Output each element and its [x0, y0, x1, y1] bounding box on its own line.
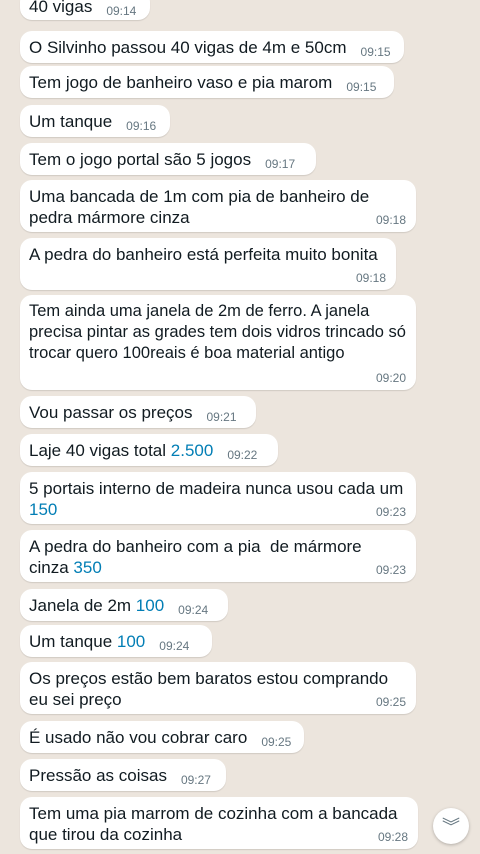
message-time: 09:18	[355, 271, 386, 285]
message-time: 09:22	[227, 448, 258, 462]
message-bubble[interactable]: 5 portais interno de madeira nunca usou …	[20, 472, 416, 524]
price-value[interactable]: 100	[117, 632, 145, 651]
message-bubble[interactable]: Tem uma pia marrom de cozinha com a banc…	[20, 797, 418, 849]
message-text: Laje 40 vigas total	[29, 441, 171, 460]
message-time: 09:14	[106, 4, 137, 18]
message-time: 09:28	[377, 830, 408, 844]
message-bubble[interactable]: Laje 40 vigas total 2.500 09:22	[20, 434, 278, 466]
message-text: Janela de 2m	[29, 596, 136, 615]
message-time: 09:16	[126, 119, 157, 133]
message-bubble[interactable]: Tem ainda uma janela de 2m de ferro. A j…	[20, 295, 416, 390]
message-text: Um tanque	[29, 112, 113, 131]
message-bubble[interactable]: Janela de 2m 100 09:24	[20, 589, 228, 621]
message-bubble[interactable]: Os preços estão bem baratos estou compra…	[20, 662, 416, 714]
message-bubble[interactable]: A pedra do banheiro está perfeita muito …	[20, 238, 396, 290]
message-time: 09:21	[206, 410, 237, 424]
message-time: 09:15	[360, 45, 391, 59]
message-text: É usado não vou cobrar caro	[29, 728, 248, 747]
message-bubble[interactable]: É usado não vou cobrar caro 09:25	[20, 721, 304, 753]
price-value[interactable]: 2.500	[171, 441, 214, 460]
message-text: 5 portais interno de madeira nunca usou …	[29, 478, 409, 520]
message-text: Tem jogo de banheiro vaso e pia marom	[29, 73, 333, 92]
message-bubble[interactable]: Um tanque 09:16	[20, 105, 170, 137]
message-bubble[interactable]: O Silvinho passou 40 vigas de 4m e 50cm 0…	[20, 31, 404, 63]
chat-area: 40 vigas 09:14 O Silvinho passou 40 vigas…	[0, 0, 480, 854]
message-time: 09:24	[178, 603, 209, 617]
message-text-part: 5 portais interno de madeira nunca usou …	[29, 479, 408, 498]
message-time: 09:15	[346, 80, 377, 94]
message-time: 09:27	[180, 773, 211, 787]
message-time: 09:23	[375, 563, 406, 577]
price-value[interactable]: 100	[136, 596, 164, 615]
message-text: O Silvinho passou 40 vigas de 4m e 50cm	[29, 38, 347, 57]
message-text: Tem uma pia marrom de cozinha com a banc…	[29, 804, 403, 844]
message-bubble[interactable]: A pedra do banheiro com a pia de mármore…	[20, 530, 416, 582]
message-text: Um tanque	[29, 632, 117, 651]
message-text: 40 vigas	[29, 0, 93, 16]
price-value[interactable]: 350	[73, 558, 101, 577]
message-time: 09:25	[375, 695, 406, 709]
message-time: 09:24	[159, 639, 190, 653]
message-bubble[interactable]: Tem o jogo portal são 5 jogos 09:17	[20, 143, 316, 175]
message-text: Tem o jogo portal são 5 jogos	[29, 150, 252, 169]
message-text: A pedra do banheiro com a pia de mármore…	[29, 536, 369, 578]
message-text: Uma bancada de 1m com pia de banheiro de…	[29, 187, 374, 227]
message-text: Tem ainda uma janela de 2m de ferro. A j…	[29, 302, 411, 362]
message-bubble[interactable]: Vou passar os preços 09:21	[20, 396, 256, 428]
message-time: 09:17	[265, 157, 296, 171]
message-text: Os preços estão bem baratos estou compra…	[29, 669, 393, 709]
message-bubble[interactable]: Uma bancada de 1m com pia de banheiro de…	[20, 180, 416, 232]
message-bubble[interactable]: Pressão as coisas 09:27	[20, 759, 226, 791]
message-time: 09:18	[375, 213, 406, 227]
message-bubble[interactable]: 40 vigas 09:14	[20, 0, 150, 20]
scroll-to-bottom-button[interactable]: ︾	[433, 808, 469, 844]
message-text: Vou passar os preços	[29, 403, 193, 422]
message-time: 09:25	[261, 735, 292, 749]
message-bubble[interactable]: Um tanque 100 09:24	[20, 625, 212, 657]
message-bubble[interactable]: Tem jogo de banheiro vaso e pia marom 09:…	[20, 66, 394, 98]
message-time: 09:23	[375, 505, 406, 519]
double-chevron-down-icon: ︾	[442, 817, 460, 837]
price-value[interactable]: 150	[29, 500, 57, 519]
message-text: Pressão as coisas	[29, 766, 167, 785]
message-text: A pedra do banheiro está perfeita muito …	[29, 245, 378, 264]
message-time: 09:20	[375, 371, 406, 385]
